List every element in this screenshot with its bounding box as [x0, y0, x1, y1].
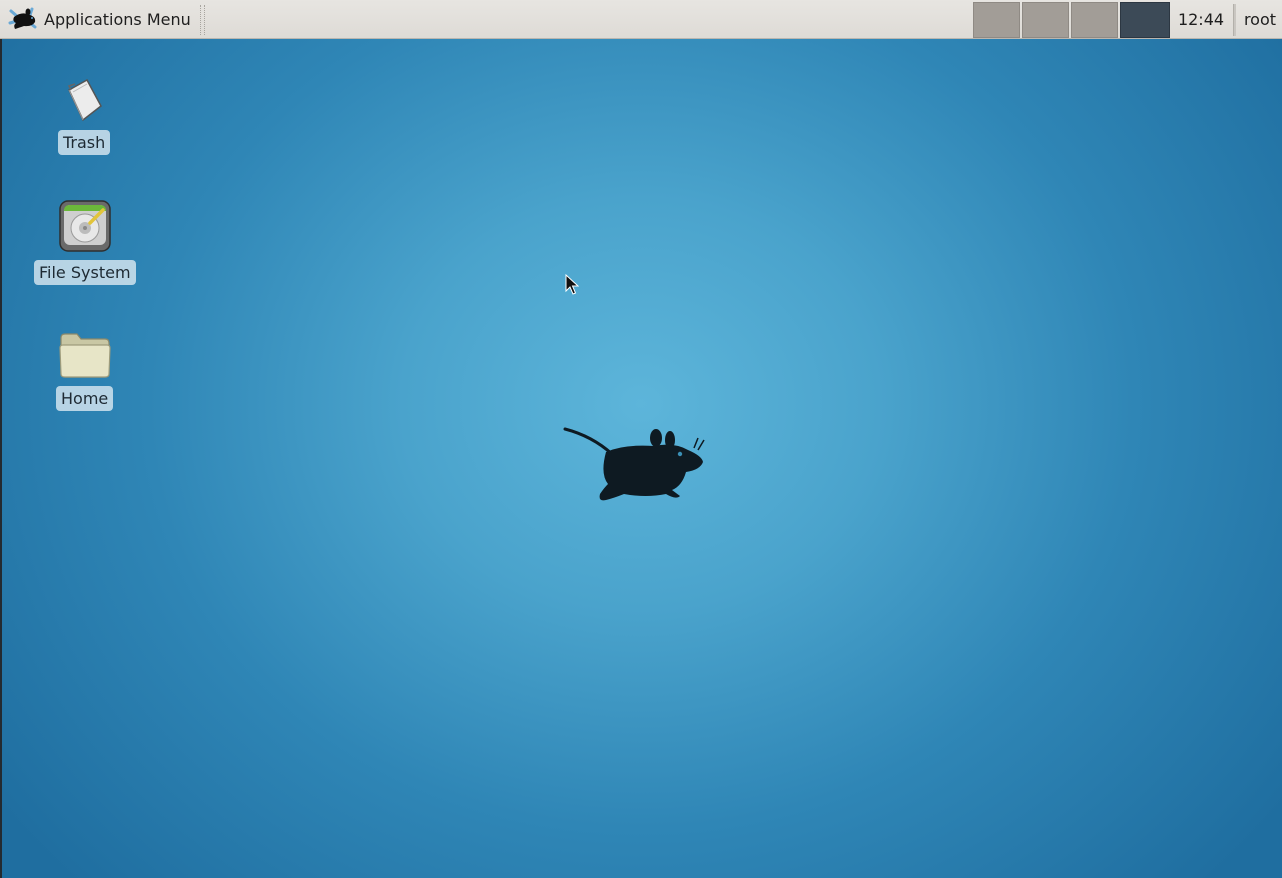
- panel-separator: [200, 5, 205, 35]
- mouse-pointer-icon: [565, 274, 579, 295]
- applications-menu-button[interactable]: Applications Menu: [4, 3, 196, 35]
- trash-icon: [68, 78, 103, 122]
- xfce-mouse-logo: [563, 427, 705, 501]
- top-panel: Applications Menu 12:44 root: [0, 0, 1282, 39]
- desktop-icon-trash[interactable]: Trash: [58, 76, 111, 155]
- trash-label: Trash: [58, 130, 111, 155]
- home-label: Home: [56, 386, 114, 411]
- folder-icon: [59, 333, 111, 378]
- user-menu-button[interactable]: root: [1238, 0, 1282, 39]
- file-system-label: File System: [34, 260, 136, 285]
- workspace-switcher: [973, 2, 1170, 38]
- workspace-1[interactable]: [973, 2, 1020, 38]
- xfce-logo-icon: [8, 7, 37, 29]
- panel-separator: [1233, 4, 1236, 36]
- screen-edge: [0, 0, 2, 878]
- desktop-icon-file-system[interactable]: File System: [34, 198, 136, 285]
- workspace-3[interactable]: [1071, 2, 1118, 38]
- clock[interactable]: 12:44: [1172, 0, 1230, 39]
- drive-icon: [59, 200, 111, 252]
- workspace-4[interactable]: [1120, 2, 1170, 38]
- desktop-icon-home[interactable]: Home: [56, 330, 114, 411]
- desktop-wallpaper[interactable]: Trash File System Home: [0, 0, 1282, 878]
- applications-menu-label: Applications Menu: [44, 9, 191, 29]
- workspace-2[interactable]: [1022, 2, 1069, 38]
